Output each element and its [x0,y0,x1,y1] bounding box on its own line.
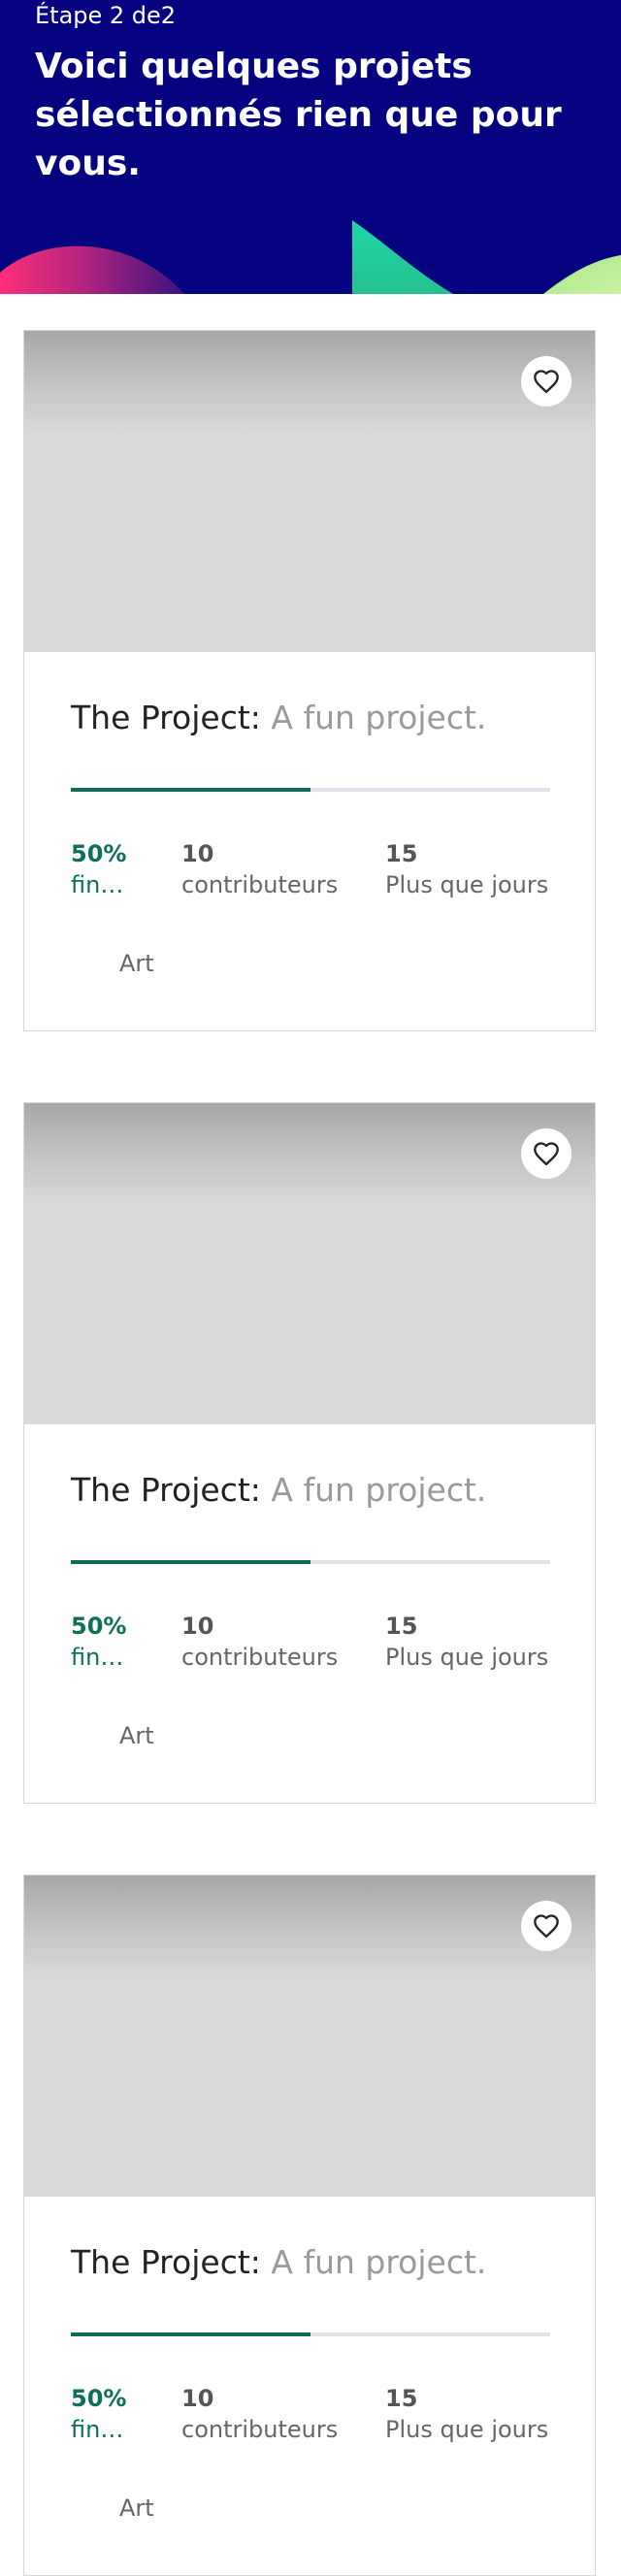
funding-progress-bar [71,788,550,792]
funded-label: financé [71,871,135,898]
backers-stat: 10 contributeurs [181,838,338,900]
project-details: The Project: A fun project. 50% financé … [24,652,595,1030]
backers-stat: 10 contributeurs [181,1611,338,1673]
heart-icon [534,370,559,394]
project-subtitle: A fun project. [271,2243,487,2281]
funded-label: financé [71,1644,135,1671]
days-left-stat: 15 Plus que jours [385,2383,548,2445]
project-name: The Project: [71,2243,261,2281]
project-title[interactable]: The Project: A fun project. [71,2243,486,2282]
funding-progress-fill [71,788,310,792]
heart-icon [534,1142,559,1166]
backers-stat: 10 contributeurs [181,2383,338,2445]
funded-value: 50% [71,840,127,867]
funded-stat: 50% financé [71,838,135,900]
project-name: The Project: [71,1471,261,1509]
project-title[interactable]: The Project: A fun project. [71,699,486,737]
project-image[interactable] [24,1875,595,2197]
funding-progress-fill [71,1560,310,1564]
project-category[interactable]: Art [119,949,154,978]
days-left-stat: 15 Plus que jours [385,838,548,900]
project-card[interactable]: The Project: A fun project. 50% financé … [23,1102,596,1804]
funding-progress-fill [71,2332,310,2336]
project-category[interactable]: Art [119,2494,154,2523]
onboarding-header: Étape 2 de2 Voici quelques projets sélec… [0,0,621,294]
days-left-label: Plus que jours [385,1644,549,1671]
days-left-label: Plus que jours [385,2416,549,2443]
backers-label: contributeurs [181,2416,339,2443]
project-details: The Project: A fun project. 50% financé … [24,2197,595,2575]
project-card[interactable]: The Project: A fun project. 50% financé … [23,330,596,1031]
funded-stat: 50% financé [71,1611,135,1673]
backers-value: 10 [181,1613,214,1640]
funded-label: financé [71,2416,135,2443]
backers-label: contributeurs [181,871,339,898]
project-image[interactable] [24,1103,595,1424]
decorative-shapes [0,220,621,294]
backers-label: contributeurs [181,1644,339,1671]
project-title[interactable]: The Project: A fun project. [71,1471,486,1510]
project-category[interactable]: Art [119,1721,154,1750]
funding-progress-bar [71,2332,550,2336]
project-image[interactable] [24,331,595,652]
funded-stat: 50% financé [71,2383,135,2445]
project-details: The Project: A fun project. 50% financé … [24,1424,595,1803]
backers-value: 10 [181,840,214,867]
favorite-button[interactable] [521,1901,572,1951]
favorite-button[interactable] [521,1128,572,1179]
days-left-label: Plus que jours [385,871,549,898]
funded-value: 50% [71,2385,127,2412]
days-left-value: 15 [385,840,418,867]
days-left-value: 15 [385,1613,418,1640]
backers-value: 10 [181,2385,214,2412]
heart-icon [534,1914,559,1939]
project-name: The Project: [71,699,261,736]
days-left-value: 15 [385,2385,418,2412]
project-subtitle: A fun project. [271,1471,487,1509]
step-indicator: Étape 2 de2 [35,2,177,29]
funding-progress-bar [71,1560,550,1564]
favorite-button[interactable] [521,356,572,407]
page-title: Voici quelques projets sélectionnés rien… [35,47,562,183]
project-subtitle: A fun project. [271,699,487,736]
project-card[interactable]: The Project: A fun project. 50% financé … [23,1875,596,2576]
days-left-stat: 15 Plus que jours [385,1611,548,1673]
funded-value: 50% [71,1613,127,1640]
